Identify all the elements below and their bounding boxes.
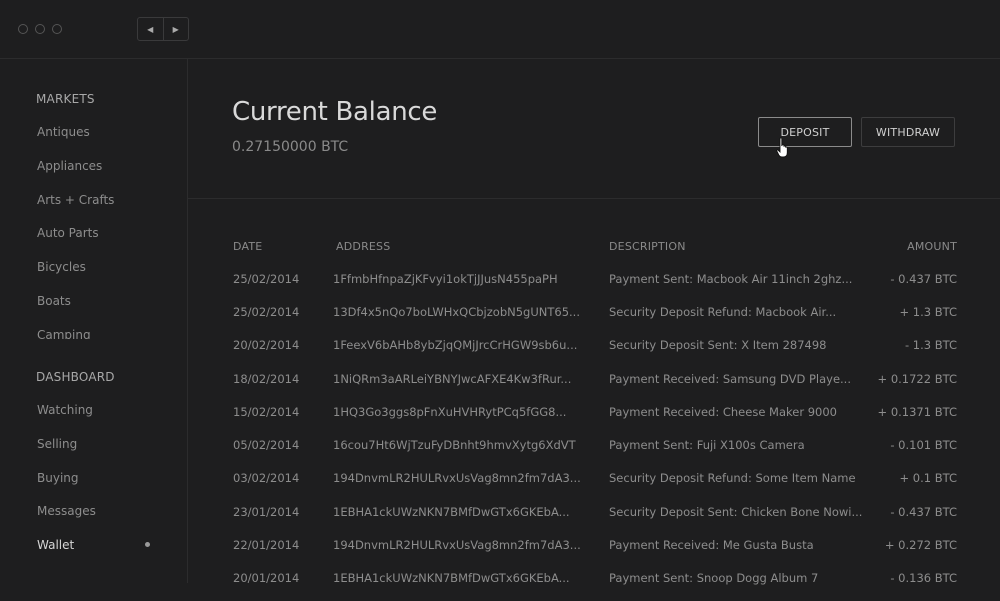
row-date: 22/01/2014 <box>233 538 300 552</box>
window-controls <box>18 24 62 34</box>
table-row[interactable]: 03/02/2014 194DnvmLR2HULRvxUsVag8mn2fm7d… <box>188 471 1000 501</box>
table-row[interactable]: 15/02/2014 1HQ3Go3ggs8pFnXuHVHRytPCq5fGG… <box>188 405 1000 435</box>
row-amount: - 0.437 BTC <box>890 272 957 286</box>
sidebar-item-bicycles[interactable]: Bicycles <box>37 260 86 274</box>
row-description: Payment Sent: Fuji X100s Camera <box>609 438 805 452</box>
row-amount: + 1.3 BTC <box>899 305 957 319</box>
row-amount: + 0.1 BTC <box>899 471 957 485</box>
sidebar-item-auto-parts[interactable]: Auto Parts <box>37 226 99 240</box>
row-amount: - 1.3 BTC <box>904 338 957 352</box>
row-date: 03/02/2014 <box>233 471 300 485</box>
row-amount: + 0.1371 BTC <box>877 405 957 419</box>
row-amount: + 0.272 BTC <box>884 538 957 552</box>
table-row[interactable]: 18/02/2014 1NiQRm3aARLeiYBNYJwcAFXE4Kw3f… <box>188 372 1000 402</box>
row-address: 13Df4x5nQo7boLWHxQCbjzobN5gUNT65... <box>333 305 580 319</box>
row-address: 194DnvmLR2HULRvxUsVag8mn2fm7dA3... <box>333 471 581 485</box>
sidebar-item-arts-crafts[interactable]: Arts + Crafts <box>37 193 114 207</box>
row-address: 1EBHA1ckUWzNKN7BMfDwGTx6GKEbA... <box>333 505 570 519</box>
row-date: 20/02/2014 <box>233 338 300 352</box>
sidebar-item-watching[interactable]: Watching <box>37 403 93 417</box>
balance-value: 0.27150000 BTC <box>232 139 349 155</box>
row-description: Security Deposit Refund: Some Item Name <box>609 471 856 485</box>
dashboard-heading: DASHBOARD <box>36 370 115 384</box>
sidebar: MARKETS Antiques Appliances Arts + Craft… <box>0 59 188 583</box>
column-date[interactable]: DATE <box>233 240 262 253</box>
row-description: Security Deposit Refund: Macbook Air... <box>609 305 837 319</box>
row-amount: - 0.437 BTC <box>890 505 957 519</box>
row-description: Payment Received: Cheese Maker 9000 <box>609 405 837 419</box>
sidebar-item-boats[interactable]: Boats <box>37 294 71 308</box>
wallet-panel: Current Balance 0.27150000 BTC DEPOSIT W… <box>188 59 1000 585</box>
row-address: 1HQ3Go3ggs8pFnXuHVHRytPCq5fGG8... <box>333 405 567 419</box>
sidebar-item-buying[interactable]: Buying <box>37 471 79 485</box>
table-row[interactable]: 23/01/2014 1EBHA1ckUWzNKN7BMfDwGTx6GKEbA… <box>188 505 1000 535</box>
minimize-window-button[interactable] <box>35 24 45 34</box>
row-description: Payment Sent: Macbook Air 11inch 2ghz... <box>609 272 853 286</box>
forward-arrow-icon[interactable]: ▶ <box>162 18 189 40</box>
row-address: 16cou7Ht6WjTzuFyDBnht9hmvXytg6XdVT <box>333 438 576 452</box>
table-row[interactable]: 20/02/2014 1FeexV6bAHb8ybZjqQMjJrcCrHGW9… <box>188 338 1000 368</box>
row-address: 1NiQRm3aARLeiYBNYJwcAFXE4Kw3fRur... <box>333 372 572 386</box>
column-address[interactable]: ADDRESS <box>336 240 390 253</box>
row-description: Payment Received: Samsung DVD Playe... <box>609 372 851 386</box>
row-address: 194DnvmLR2HULRvxUsVag8mn2fm7dA3... <box>333 538 581 552</box>
markets-heading: MARKETS <box>36 92 95 106</box>
section-divider <box>188 198 1000 199</box>
active-indicator-dot <box>145 542 150 547</box>
sidebar-item-messages[interactable]: Messages <box>37 504 96 518</box>
table-row[interactable]: 25/02/2014 13Df4x5nQo7boLWHxQCbjzobN5gUN… <box>188 305 1000 335</box>
title-bar: ◀ ▶ <box>0 0 1000 59</box>
row-date: 25/02/2014 <box>233 305 300 319</box>
hand-cursor-icon <box>776 137 788 158</box>
row-description: Security Deposit Sent: X Item 287498 <box>609 338 827 352</box>
table-row[interactable]: 22/01/2014 194DnvmLR2HULRvxUsVag8mn2fm7d… <box>188 538 1000 568</box>
row-date: 18/02/2014 <box>233 372 300 386</box>
sidebar-item-antiques[interactable]: Antiques <box>37 125 90 139</box>
withdraw-button[interactable]: WITHDRAW <box>861 117 955 147</box>
row-description: Security Deposit Sent: Chicken Bone Nowi… <box>609 505 863 519</box>
sidebar-item-wallet[interactable]: Wallet <box>37 538 74 552</box>
row-description: Payment Received: Me Gusta Busta <box>609 538 814 552</box>
page-title: Current Balance <box>232 97 438 127</box>
table-row[interactable]: 20/01/2014 1EBHA1ckUWzNKN7BMfDwGTx6GKEbA… <box>188 571 1000 601</box>
sidebar-item-camping[interactable]: Camping <box>37 328 91 339</box>
row-address: 1FfmbHfnpaZjKFvyi1okTjJJusN455paPH <box>333 272 558 286</box>
row-address: 1FeexV6bAHb8ybZjqQMjJrcCrHGW9sb6u... <box>333 338 578 352</box>
row-date: 25/02/2014 <box>233 272 300 286</box>
close-window-button[interactable] <box>18 24 28 34</box>
table-row[interactable]: 25/02/2014 1FfmbHfnpaZjKFvyi1okTjJJusN45… <box>188 272 1000 302</box>
deposit-button[interactable]: DEPOSIT <box>758 117 852 147</box>
column-description[interactable]: DESCRIPTION <box>609 240 686 253</box>
sidebar-item-selling[interactable]: Selling <box>37 437 77 451</box>
row-date: 05/02/2014 <box>233 438 300 452</box>
sidebar-item-appliances[interactable]: Appliances <box>37 159 102 173</box>
row-amount: + 0.1722 BTC <box>877 372 957 386</box>
row-date: 15/02/2014 <box>233 405 300 419</box>
column-amount[interactable]: AMOUNT <box>907 240 957 253</box>
back-arrow-icon[interactable]: ◀ <box>138 18 163 40</box>
row-date: 23/01/2014 <box>233 505 300 519</box>
maximize-window-button[interactable] <box>52 24 62 34</box>
row-amount: - 0.101 BTC <box>890 438 957 452</box>
history-nav: ◀ ▶ <box>137 17 189 41</box>
markets-list[interactable]: MARKETS Antiques Appliances Arts + Craft… <box>0 59 187 339</box>
table-row[interactable]: 05/02/2014 16cou7Ht6WjTzuFyDBnht9hmvXytg… <box>188 438 1000 468</box>
